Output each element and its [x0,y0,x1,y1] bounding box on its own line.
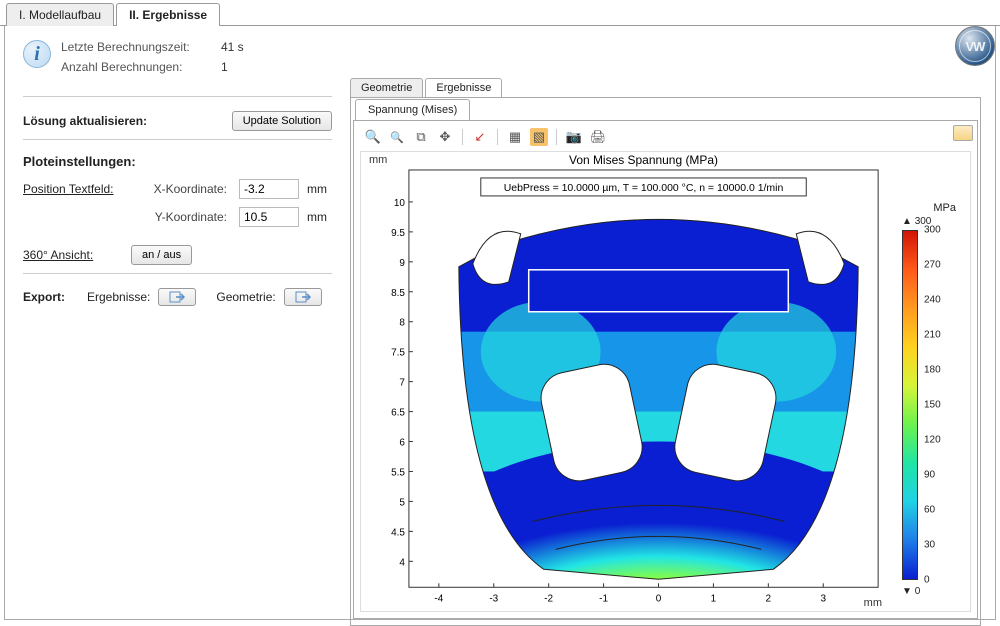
calc-time-value: 41 s [221,40,281,54]
xcoord-unit: mm [307,182,327,196]
color-legend: MPa ▲ 300 300 270 240 210 180 150 120 90… [902,202,956,610]
svg-text:2: 2 [766,593,772,604]
ycoord-input[interactable] [239,207,299,227]
svg-text:3: 3 [820,593,826,604]
ycoord-unit: mm [307,210,327,224]
inner-tab-geometrie[interactable]: Geometrie [350,78,423,97]
calc-count-value: 1 [221,60,281,74]
svg-text:5: 5 [399,497,405,508]
grid-icon[interactable]: ▦ [506,128,524,146]
export-results-button[interactable] [158,288,196,306]
export-icon [295,291,311,303]
fullscreen-button[interactable] [953,125,973,141]
svg-text:8: 8 [399,318,405,329]
view360-toggle-button[interactable]: an / aus [131,245,192,265]
tab-modellaufbau[interactable]: I. Modellaufbau [6,3,114,26]
svg-text:4.5: 4.5 [391,527,405,538]
vw-logo: VW [955,26,995,66]
svg-text:8.5: 8.5 [391,288,405,299]
svg-text:-1: -1 [599,593,608,604]
legend-unit: MPa [902,202,956,214]
calc-time-label: Letzte Berechnungszeit: [61,40,221,54]
main-tab-bar: I. Modellaufbau II. Ergebnisse [0,0,1000,26]
svg-text:7.5: 7.5 [391,348,405,359]
plot-annotation: UebPress = 10.0000 µm, T = 100.000 °C, n… [504,183,784,194]
scene-light-icon[interactable]: ▧ [530,128,548,146]
xcoord-label: X-Koordinate: [141,182,231,196]
ycoord-label: Y-Koordinate: [141,210,231,224]
plot-toolbar: 🔍 🔍 ⧉ ✥ ↙ ▦ ▧ 📷 🖨 [360,125,971,149]
svg-text:1: 1 [711,593,717,604]
plot-title: Von Mises Spannung (MPa) [569,153,718,167]
svg-text:9.5: 9.5 [391,228,405,239]
export-icon [169,291,185,303]
right-panel: VW Geometrie Ergebnisse Spannung (Mises)… [350,26,995,619]
calc-count-label: Anzahl Berechnungen: [61,60,221,74]
sub-tab-spannung[interactable]: Spannung (Mises) [355,99,470,120]
svg-text:6.5: 6.5 [391,408,405,419]
export-results-label: Ergebnisse: [87,290,150,304]
svg-text:7: 7 [399,378,405,389]
y-ticks: 10 9.5 9 8.5 8 7.5 7 6.5 6 5.5 5 4.5 4 [391,198,413,568]
export-label: Export: [23,290,79,304]
plot-panel: 🔍 🔍 ⧉ ✥ ↙ ▦ ▧ 📷 🖨 mm mm [353,121,978,619]
svg-text:4: 4 [399,557,405,568]
info-icon: i [23,40,51,68]
svg-text:-4: -4 [434,593,443,604]
svg-text:5.5: 5.5 [391,467,405,478]
update-solution-label: Lösung aktualisieren: [23,114,147,128]
svg-text:6: 6 [399,438,405,449]
svg-text:-3: -3 [489,593,498,604]
inner-tab-bar: Geometrie Ergebnisse [350,78,981,98]
print-icon[interactable]: 🖨 [589,128,607,146]
export-geom-label: Geometrie: [216,290,275,304]
inner-tab-ergebnisse[interactable]: Ergebnisse [425,78,502,97]
axes-icon[interactable]: ↙ [471,128,489,146]
x-ticks: -4 -3 -2 -1 0 1 2 3 [434,583,826,604]
zoom-box-icon[interactable]: ⧉ [412,128,430,146]
plot-area[interactable]: mm mm Von Mises Spannung (MPa) UebPress … [360,151,971,612]
zoom-out-icon[interactable]: 🔍 [388,128,406,146]
plotsettings-label: Ploteinstellungen: [23,154,332,169]
textpos-label: Position Textfeld: [23,182,133,196]
stress-contour-chart: Von Mises Spannung (MPa) UebPress = 10.0… [361,152,970,613]
svg-text:9: 9 [399,258,405,269]
update-solution-button[interactable]: Update Solution [232,111,332,131]
view360-label: 360° Ansicht: [23,248,123,262]
zoom-in-icon[interactable]: 🔍 [364,128,382,146]
sub-tab-bar: Spannung (Mises) [353,99,978,121]
export-geom-button[interactable] [284,288,322,306]
svg-text:0: 0 [656,593,662,604]
left-panel: i Letzte Berechnungszeit: 41 s Anzahl Be… [5,26,350,619]
tab-ergebnisse[interactable]: II. Ergebnisse [116,3,220,26]
xcoord-input[interactable] [239,179,299,199]
snapshot-icon[interactable]: 📷 [565,128,583,146]
content-pane: i Letzte Berechnungszeit: 41 s Anzahl Be… [4,26,996,620]
zoom-extents-icon[interactable]: ✥ [436,128,454,146]
svg-text:10: 10 [394,198,406,209]
svg-text:-2: -2 [544,593,553,604]
